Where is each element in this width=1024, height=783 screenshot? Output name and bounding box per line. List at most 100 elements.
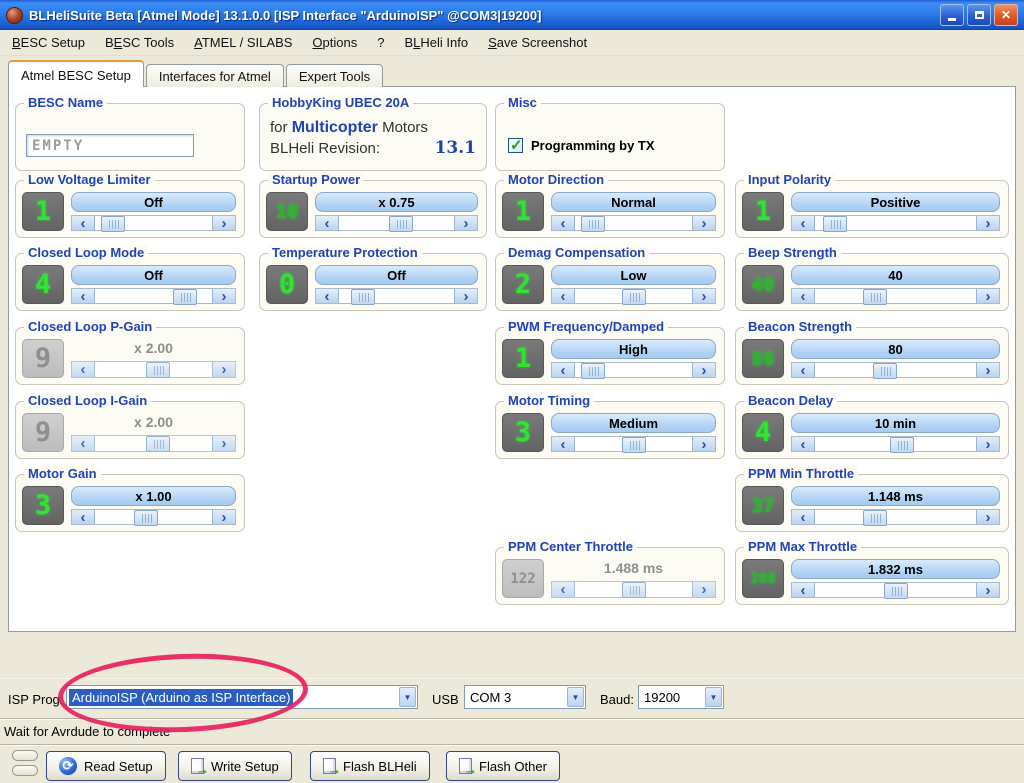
chevron-down-icon[interactable]: ▼	[705, 687, 722, 707]
programming-by-tx-checkbox[interactable]: ✓	[508, 138, 523, 153]
startup-power-decrement-arrow-icon[interactable]: ‹	[316, 216, 339, 230]
demag-compensation-increment-arrow-icon[interactable]: ›	[692, 289, 715, 303]
startup-power-slider-thumb[interactable]	[389, 216, 413, 232]
menu-item-besc-tools[interactable]: BESC Tools	[95, 32, 184, 53]
ppm-min-throttle-decrement-arrow-icon[interactable]: ‹	[792, 510, 815, 524]
closed-loop-i-gain-increment-arrow-icon[interactable]: ›	[212, 436, 235, 451]
beacon-strength-slider-thumb[interactable]	[873, 363, 897, 379]
usb-label: USB	[432, 692, 459, 707]
motor-timing-slider[interactable]: ‹›	[551, 436, 716, 452]
demag-compensation-slider[interactable]: ‹›	[551, 288, 716, 304]
read-setup-button[interactable]: ⟳Read Setup	[46, 751, 166, 781]
ppm-center-throttle-increment-arrow-icon[interactable]: ›	[692, 582, 715, 597]
motor-timing-increment-arrow-icon[interactable]: ›	[692, 437, 715, 451]
motor-direction-slider[interactable]: ‹›	[551, 215, 716, 231]
closed-loop-p-gain-increment-arrow-icon[interactable]: ›	[212, 362, 235, 377]
startup-power-increment-arrow-icon[interactable]: ›	[454, 216, 477, 230]
besc-name-input[interactable]: EMPTY	[26, 134, 194, 157]
closed-loop-p-gain-slider[interactable]: ‹›	[71, 361, 236, 378]
input-polarity-slider[interactable]: ‹›	[791, 215, 1000, 231]
input-polarity-decrement-arrow-icon[interactable]: ‹	[792, 216, 815, 230]
ppm-center-throttle-decrement-arrow-icon[interactable]: ‹	[552, 582, 575, 597]
motor-direction-increment-arrow-icon[interactable]: ›	[692, 216, 715, 230]
motor-timing-slider-thumb[interactable]	[622, 437, 646, 453]
pwm-frequency-damped-decrement-arrow-icon[interactable]: ‹	[552, 363, 575, 377]
low-voltage-limiter-decrement-arrow-icon[interactable]: ‹	[72, 216, 95, 230]
ppm-max-throttle-decrement-arrow-icon[interactable]: ‹	[792, 583, 815, 597]
motor-gain-increment-arrow-icon[interactable]: ›	[212, 510, 235, 524]
closed-loop-i-gain-slider[interactable]: ‹›	[71, 435, 236, 452]
closed-loop-mode-decrement-arrow-icon[interactable]: ‹	[72, 289, 95, 303]
menu-item-[interactable]: ?	[367, 32, 394, 53]
low-voltage-limiter-slider-thumb[interactable]	[101, 216, 125, 232]
motor-gain-decrement-arrow-icon[interactable]: ‹	[72, 510, 95, 524]
ppm-min-throttle-slider-thumb[interactable]	[863, 510, 887, 526]
temperature-protection-increment-arrow-icon[interactable]: ›	[454, 289, 477, 303]
menu-item-save-screenshot[interactable]: Save Screenshot	[478, 32, 597, 53]
closed-loop-mode-slider-thumb[interactable]	[173, 289, 197, 305]
isp-prog-select[interactable]: ArduinoISP (Arduino as ISP Interface) ▼	[66, 685, 418, 709]
closed-loop-p-gain-decrement-arrow-icon[interactable]: ‹	[72, 362, 95, 377]
closed-loop-p-gain-slider-thumb[interactable]	[146, 362, 170, 378]
low-voltage-limiter-increment-arrow-icon[interactable]: ›	[212, 216, 235, 230]
startup-power-slider[interactable]: ‹›	[315, 215, 478, 231]
beep-strength-decrement-arrow-icon[interactable]: ‹	[792, 289, 815, 303]
flash-other-button[interactable]: →Flash Other	[446, 751, 560, 781]
ppm-min-throttle-slider[interactable]: ‹›	[791, 509, 1000, 525]
beep-strength-slider-thumb[interactable]	[863, 289, 887, 305]
startup-power-label: Startup Power	[268, 172, 364, 187]
ppm-max-throttle-slider-thumb[interactable]	[884, 583, 908, 599]
tab-expert-tools[interactable]: Expert Tools	[286, 64, 383, 87]
closed-loop-mode-slider[interactable]: ‹›	[71, 288, 236, 304]
menu-item-besc-setup[interactable]: BESC Setup	[2, 32, 95, 53]
ppm-center-throttle-slider[interactable]: ‹›	[551, 581, 716, 598]
pwm-frequency-damped-slider-thumb[interactable]	[581, 363, 605, 379]
beacon-delay-slider-thumb[interactable]	[890, 437, 914, 453]
chevron-down-icon[interactable]: ▼	[567, 687, 584, 707]
menu-item-blheli-info[interactable]: BLHeli Info	[394, 32, 478, 53]
menu-item-atmel-silabs[interactable]: ATMEL / SILABS	[184, 32, 302, 53]
demag-compensation-decrement-arrow-icon[interactable]: ‹	[552, 289, 575, 303]
tab-atmel-besc-setup[interactable]: Atmel BESC Setup	[8, 60, 144, 87]
temperature-protection-decrement-arrow-icon[interactable]: ‹	[316, 289, 339, 303]
beacon-delay-slider[interactable]: ‹›	[791, 436, 1000, 452]
close-button[interactable]: ✕	[994, 4, 1018, 26]
chevron-down-icon[interactable]: ▼	[399, 687, 416, 707]
input-polarity-slider-thumb[interactable]	[823, 216, 847, 232]
beacon-strength-increment-arrow-icon[interactable]: ›	[976, 363, 999, 377]
temperature-protection-slider-thumb[interactable]	[351, 289, 375, 305]
temperature-protection-slider[interactable]: ‹›	[315, 288, 478, 304]
beacon-strength-slider[interactable]: ‹›	[791, 362, 1000, 378]
minimize-button[interactable]	[940, 4, 964, 26]
input-polarity-increment-arrow-icon[interactable]: ›	[976, 216, 999, 230]
menu-item-options[interactable]: Options	[302, 32, 367, 53]
motor-direction-slider-thumb[interactable]	[581, 216, 605, 232]
ppm-max-throttle-increment-arrow-icon[interactable]: ›	[976, 583, 999, 597]
maximize-button[interactable]	[967, 4, 991, 26]
pwm-frequency-damped-increment-arrow-icon[interactable]: ›	[692, 363, 715, 377]
beep-strength-slider[interactable]: ‹›	[791, 288, 1000, 304]
motor-gain-slider[interactable]: ‹›	[71, 509, 236, 525]
closed-loop-mode-increment-arrow-icon[interactable]: ›	[212, 289, 235, 303]
closed-loop-i-gain-slider-thumb[interactable]	[146, 436, 170, 452]
motor-gain-slider-thumb[interactable]	[134, 510, 158, 526]
tab-interfaces-for-atmel[interactable]: Interfaces for Atmel	[146, 64, 284, 87]
demag-compensation-slider-thumb[interactable]	[622, 289, 646, 305]
baud-select[interactable]: 19200 ▼	[638, 685, 724, 709]
ppm-min-throttle-increment-arrow-icon[interactable]: ›	[976, 510, 999, 524]
low-voltage-limiter-slider[interactable]: ‹›	[71, 215, 236, 231]
write-setup-button[interactable]: →Write Setup	[178, 751, 292, 781]
closed-loop-i-gain-decrement-arrow-icon[interactable]: ‹	[72, 436, 95, 451]
motor-timing-decrement-arrow-icon[interactable]: ‹	[552, 437, 575, 451]
setting-temperature-protection: Temperature Protection0Off‹›	[259, 253, 487, 311]
beep-strength-increment-arrow-icon[interactable]: ›	[976, 289, 999, 303]
beacon-delay-decrement-arrow-icon[interactable]: ‹	[792, 437, 815, 451]
flash-blheli-button[interactable]: →Flash BLHeli	[310, 751, 430, 781]
usb-port-select[interactable]: COM 3 ▼	[464, 685, 586, 709]
beacon-strength-decrement-arrow-icon[interactable]: ‹	[792, 363, 815, 377]
beacon-delay-increment-arrow-icon[interactable]: ›	[976, 437, 999, 451]
ppm-center-throttle-slider-thumb[interactable]	[622, 582, 646, 598]
pwm-frequency-damped-slider[interactable]: ‹›	[551, 362, 716, 378]
ppm-max-throttle-slider[interactable]: ‹›	[791, 582, 1000, 598]
motor-direction-decrement-arrow-icon[interactable]: ‹	[552, 216, 575, 230]
